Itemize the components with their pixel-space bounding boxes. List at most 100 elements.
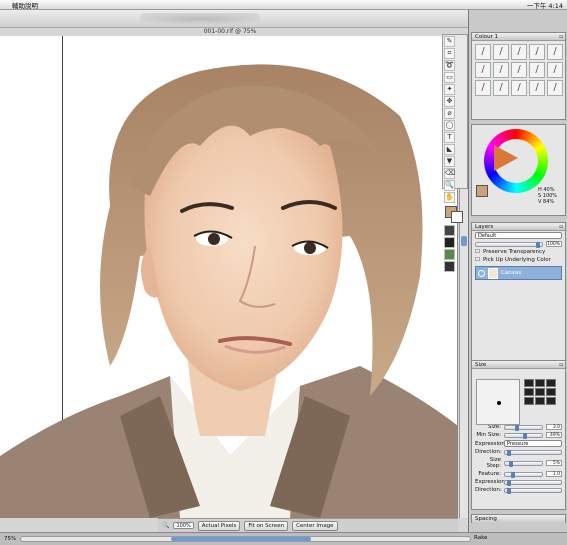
brush-variant-11[interactable]: / [475, 80, 491, 96]
min-size-value[interactable]: 49% [546, 432, 562, 438]
dropper-tool[interactable]: ⌀ [444, 108, 455, 119]
dab-type-1[interactable] [524, 379, 534, 387]
saturation-value-triangle[interactable] [494, 145, 518, 171]
grabber-tool[interactable]: ✋ [444, 192, 455, 203]
text-tool[interactable]: T [444, 132, 455, 143]
gradient-selector[interactable] [444, 237, 455, 248]
shape-tool[interactable]: ◣ [444, 144, 455, 155]
colour-panel: H 40% S 100% V 84% [471, 124, 566, 216]
dab-type-2[interactable] [535, 379, 545, 387]
zoom-select[interactable]: 100% [173, 522, 194, 529]
palette-column: Colour 1 ▫ / / / / / / / / / / / / / / / [468, 10, 567, 532]
layer-name: Canvas [501, 270, 522, 276]
rect-select-tool[interactable]: ▭ [444, 72, 455, 83]
spacing-panel[interactable]: Spacing [471, 514, 566, 523]
horizontal-scrollbar[interactable] [20, 536, 471, 542]
canvas-controls: 🔍 100% Actual Pixels Fit on Screen Cente… [158, 518, 458, 532]
expression-select[interactable]: Pressure [504, 440, 562, 447]
property-bar-blurred-area [140, 13, 260, 25]
direction-slider[interactable] [504, 449, 562, 456]
panel-close-icon[interactable]: ▫ [559, 362, 563, 368]
center-image-button[interactable]: Center Image [292, 520, 338, 531]
brush-panel-title: Colour 1 [475, 33, 499, 40]
crop-tool[interactable]: ⌗ [444, 48, 455, 59]
feature-direction-label: Direction: [475, 487, 502, 493]
feature-value[interactable]: 1.0 [546, 471, 562, 477]
status-zoom: 75% [4, 536, 17, 542]
actual-pixels-button[interactable]: Actual Pixels [197, 520, 241, 531]
preserve-transparency-row[interactable]: ☐ Preserve Transparency [472, 248, 565, 256]
eraser-tool[interactable]: ⌫ [444, 168, 455, 179]
value-value: V 84% [538, 199, 555, 205]
size-panel-title: Size [475, 361, 487, 368]
document-canvas[interactable] [0, 36, 458, 518]
weave-selector[interactable] [444, 261, 455, 272]
rake-panel-title[interactable]: Rake [474, 535, 487, 541]
dab-type-3[interactable] [546, 379, 556, 387]
dab-type-7[interactable] [524, 397, 534, 405]
brush-variant-8[interactable]: / [511, 62, 527, 78]
brush-variant-10[interactable]: / [547, 62, 563, 78]
size-step-slider[interactable] [504, 460, 543, 467]
brush-variant-2[interactable]: / [493, 44, 509, 60]
layer-adjuster-tool[interactable]: ✥ [444, 96, 455, 107]
feature-expression-slider[interactable] [504, 479, 562, 486]
layer-row[interactable]: Canvas [475, 266, 562, 280]
brush-variant-14[interactable]: / [529, 80, 545, 96]
brush-variant-1[interactable]: / [475, 44, 491, 60]
oval-tool[interactable]: ◯ [444, 120, 455, 131]
preserve-transparency-checkbox[interactable]: ☐ [475, 249, 480, 255]
brush-variant-3[interactable]: / [511, 44, 527, 60]
magic-wand-tool[interactable]: ✦ [444, 84, 455, 95]
brush-variant-15[interactable]: / [547, 80, 563, 96]
dab-type-5[interactable] [535, 388, 545, 396]
brush-tool[interactable]: ✎ [444, 36, 455, 47]
fit-on-screen-button[interactable]: Fit on Screen [244, 520, 289, 531]
min-size-slider[interactable] [504, 432, 543, 439]
feature-direction-slider[interactable] [504, 487, 562, 494]
paint-bucket-tool[interactable]: ▼ [444, 156, 455, 167]
dab-type-6[interactable] [546, 388, 556, 396]
opacity-slider[interactable] [475, 241, 543, 248]
composite-method-select[interactable]: Default [475, 232, 562, 239]
vertical-scroll-thumb[interactable] [461, 236, 467, 246]
lasso-tool[interactable]: ➰ [444, 60, 455, 71]
magnifier-tool[interactable]: 🔍 [444, 180, 455, 191]
brush-variant-12[interactable]: / [493, 80, 509, 96]
brush-variant-7[interactable]: / [493, 62, 509, 78]
size-slider[interactable] [504, 424, 543, 431]
paper-selector[interactable] [444, 225, 455, 236]
horizontal-scroll-thumb[interactable] [171, 537, 312, 541]
feature-slider[interactable] [504, 471, 543, 478]
brush-variant-5[interactable]: / [547, 44, 563, 60]
brush-panel-header[interactable]: Colour 1 ▫ [472, 33, 565, 41]
opacity-value[interactable]: 100% [546, 241, 562, 247]
spacing-panel-header[interactable]: Spacing [472, 515, 565, 523]
brush-grid: / / / / / / / / / / / / / / / [472, 41, 565, 99]
pattern-selector[interactable] [444, 249, 455, 260]
brush-variant-13[interactable]: / [511, 80, 527, 96]
eye-icon[interactable] [478, 269, 485, 277]
brush-variant-6[interactable]: / [475, 62, 491, 78]
brush-variant-9[interactable]: / [529, 62, 545, 78]
size-step-value[interactable]: 5% [546, 460, 562, 466]
color-swatches[interactable] [444, 206, 466, 223]
menu-help[interactable]: 輔助說明 [8, 0, 42, 10]
direction-label: Direction: [475, 449, 502, 455]
brush-variant-4[interactable]: / [529, 44, 545, 60]
dab-type-8[interactable] [535, 397, 545, 405]
panel-close-icon[interactable]: ▫ [559, 34, 563, 40]
dab-type-4[interactable] [524, 388, 534, 396]
size-value[interactable]: 3.0 [546, 424, 562, 430]
panel-close-icon[interactable]: ▫ [559, 224, 563, 230]
layers-panel-title: Layers [475, 223, 494, 230]
layers-panel-header[interactable]: Layers ▫ [472, 223, 565, 231]
pick-up-color-checkbox[interactable]: ☐ [475, 257, 480, 263]
magnifier-icon[interactable]: 🔍 [162, 522, 169, 529]
dab-type-9[interactable] [546, 397, 556, 405]
pick-up-color-label: Pick Up Underlying Color [482, 257, 551, 263]
current-color-swatch[interactable] [476, 185, 488, 197]
pick-up-color-row[interactable]: ☐ Pick Up Underlying Color [472, 256, 565, 264]
additional-color-swatch[interactable] [451, 211, 463, 223]
size-panel-header[interactable]: Size ▫ [472, 361, 565, 369]
